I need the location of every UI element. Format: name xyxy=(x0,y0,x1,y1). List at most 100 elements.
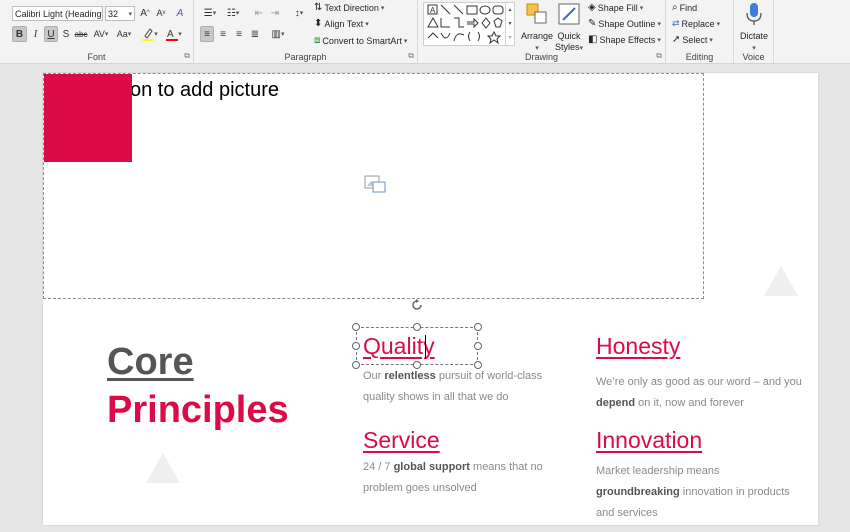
resize-handle-top-center[interactable] xyxy=(413,323,421,331)
insert-picture-icon[interactable] xyxy=(364,175,386,195)
decrease-indent-icon: ⇤ xyxy=(254,7,264,19)
pencil-icon: ✎ xyxy=(588,18,597,29)
align-text-label: Align Text xyxy=(324,18,364,29)
shapes-gallery-icons: A xyxy=(427,4,504,45)
shape-effects-button[interactable]: ◧ Shape Effects ▾ xyxy=(588,34,661,45)
resize-handle-middle-left[interactable] xyxy=(352,342,360,350)
change-case-button[interactable]: Aa ▾ xyxy=(113,26,135,42)
principle-body-service[interactable]: 24 / 7 global support means that no prob… xyxy=(363,457,543,499)
align-right-button[interactable]: ≡ xyxy=(232,26,246,42)
picture-placeholder[interactable]: on to add picture xyxy=(43,73,704,299)
font-color-icon: A xyxy=(166,29,179,41)
numbering-button[interactable]: ☷ ▾ xyxy=(223,5,243,21)
find-label: Find xyxy=(679,2,698,13)
dialog-launcher-icon[interactable]: ⧉ xyxy=(656,51,662,61)
selection-frame[interactable] xyxy=(356,327,478,365)
principle-body-innovation[interactable]: Market leadership means groundbreaking i… xyxy=(596,461,801,524)
font-group-label: Font xyxy=(87,52,106,62)
quick-styles-label-1: Quick xyxy=(557,31,581,41)
text-direction-button[interactable]: ⇅ Text Direction ▾ xyxy=(314,2,384,13)
clear-formatting-button[interactable]: A xyxy=(173,5,187,21)
bullets-button[interactable]: ☰ ▾ xyxy=(200,5,220,21)
editing-group-label: Editing xyxy=(685,52,714,62)
paint-bucket-icon: ◈ xyxy=(588,2,596,13)
text-shadow-button[interactable]: abc xyxy=(73,26,89,42)
strikethrough-button[interactable]: S xyxy=(60,26,72,42)
rotate-handle-icon[interactable] xyxy=(410,298,424,312)
quick-styles-label-2: Styles xyxy=(554,42,580,52)
svg-text:A: A xyxy=(430,6,436,15)
quick-styles-button[interactable]: Quick Styles▾ xyxy=(552,2,586,54)
shapes-gallery[interactable]: A ▴ ▾ ▿ xyxy=(423,2,515,46)
italic-button[interactable]: I xyxy=(29,26,42,42)
dictate-button[interactable]: Dictate ▾ xyxy=(737,2,771,54)
align-left-icon: ≡ xyxy=(204,28,210,40)
search-icon: ⌕ xyxy=(672,2,678,13)
find-button[interactable]: ⌕ Find xyxy=(672,2,697,13)
change-case-icon: Aa xyxy=(116,29,128,39)
red-accent-block[interactable] xyxy=(44,74,132,162)
core-principles-heading[interactable]: Core Principles xyxy=(107,338,289,434)
columns-button[interactable]: ▥ ▾ xyxy=(268,26,288,42)
paragraph-group: ☰ ▾ ☷ ▾ ⇤ ⇥ ↕ ▾ ≡ ≡ ≡ ≣ ▥ ▾ ⇅ Text Direction ▾… xyxy=(194,0,418,64)
slide-editing-area[interactable]: on to add picture Core Principles Qualit… xyxy=(0,65,850,532)
select-button[interactable]: ➚ Select ▾ xyxy=(672,34,713,45)
resize-handle-bottom-center[interactable] xyxy=(413,361,421,369)
underline-icon: U xyxy=(47,28,55,40)
voice-group-label: Voice xyxy=(742,52,765,62)
highlight-color-button[interactable]: ▾ xyxy=(140,26,160,42)
resize-handle-bottom-left[interactable] xyxy=(352,361,360,369)
principle-title-service[interactable]: Service xyxy=(363,427,440,454)
resize-handle-bottom-right[interactable] xyxy=(474,361,482,369)
text-cursor xyxy=(425,335,426,359)
body-text: We’re only as good as our word – and you xyxy=(596,376,802,388)
align-text-button[interactable]: ⬍ Align Text ▾ xyxy=(314,18,369,29)
text-direction-label: Text Direction xyxy=(324,2,379,13)
align-center-button[interactable]: ≡ xyxy=(216,26,230,42)
underline-button[interactable]: U xyxy=(44,26,58,42)
principle-title-innovation[interactable]: Innovation xyxy=(596,427,702,454)
line-spacing-button[interactable]: ↕ ▾ xyxy=(289,5,309,21)
chevron-down-icon[interactable]: ▾ xyxy=(102,10,103,18)
principle-title-honesty[interactable]: Honesty xyxy=(596,333,680,360)
principle-body-honesty[interactable]: We’re only as good as our word – and you… xyxy=(596,372,806,414)
gallery-scroll[interactable]: ▴ ▾ ▿ xyxy=(505,3,514,45)
shape-outline-button[interactable]: ✎ Shape Outline ▾ xyxy=(588,18,661,29)
font-color-button[interactable]: A ▾ xyxy=(164,26,184,42)
text-shadow-icon: abc xyxy=(74,29,88,39)
resize-handle-top-left[interactable] xyxy=(352,323,360,331)
arrange-icon xyxy=(526,3,547,24)
font-name-combo[interactable]: Calibri Light (Heading▾ xyxy=(12,6,103,21)
drawing-group-label: Drawing xyxy=(524,52,558,62)
principle-body-quality[interactable]: Our relentless pursuit of world-class qu… xyxy=(363,366,553,408)
quick-styles-icon xyxy=(558,3,580,25)
increase-indent-button[interactable]: ⇥ xyxy=(268,5,282,21)
shrink-font-button[interactable]: Av xyxy=(154,5,168,21)
heading-line-core: Core xyxy=(107,341,194,383)
editing-group: ⌕ Find ⇄ Replace ▾ ➚ Select ▾ Editing xyxy=(666,0,734,64)
bold-icon: B xyxy=(15,28,24,40)
chevron-down-icon[interactable]: ▾ xyxy=(128,10,132,18)
dialog-launcher-icon[interactable]: ⧉ xyxy=(184,51,190,61)
shape-fill-button[interactable]: ◈ Shape Fill ▾ xyxy=(588,2,643,13)
convert-smartart-button[interactable]: ⧈ Convert to SmartArt ▾ xyxy=(314,35,407,46)
character-spacing-button[interactable]: AV ▾ xyxy=(91,26,111,42)
resize-handle-top-right[interactable] xyxy=(474,323,482,331)
resize-handle-middle-right[interactable] xyxy=(474,342,482,350)
heading-line-principles: Principles xyxy=(107,389,289,431)
cursor-arrow-icon: ➚ xyxy=(672,34,681,45)
align-text-icon: ⬍ xyxy=(314,18,323,29)
shape-effects-icon: ◧ xyxy=(588,34,598,45)
bold-button[interactable]: B xyxy=(12,26,27,42)
replace-button[interactable]: ⇄ Replace ▾ xyxy=(672,18,720,29)
slide[interactable]: on to add picture Core Principles Qualit… xyxy=(43,73,818,525)
grow-font-button[interactable]: A ^ xyxy=(138,5,152,21)
decrease-indent-button[interactable]: ⇤ xyxy=(252,5,266,21)
font-size-combo[interactable]: 32 ▾ xyxy=(105,6,135,21)
grow-font-icon: A xyxy=(140,7,147,19)
justify-button[interactable]: ≣ xyxy=(248,26,262,42)
dialog-launcher-icon[interactable]: ⧉ xyxy=(408,51,414,61)
align-left-button[interactable]: ≡ xyxy=(200,26,214,42)
arrange-label: Arrange xyxy=(520,31,554,41)
arrange-button[interactable]: Arrange ▾ xyxy=(520,2,554,54)
